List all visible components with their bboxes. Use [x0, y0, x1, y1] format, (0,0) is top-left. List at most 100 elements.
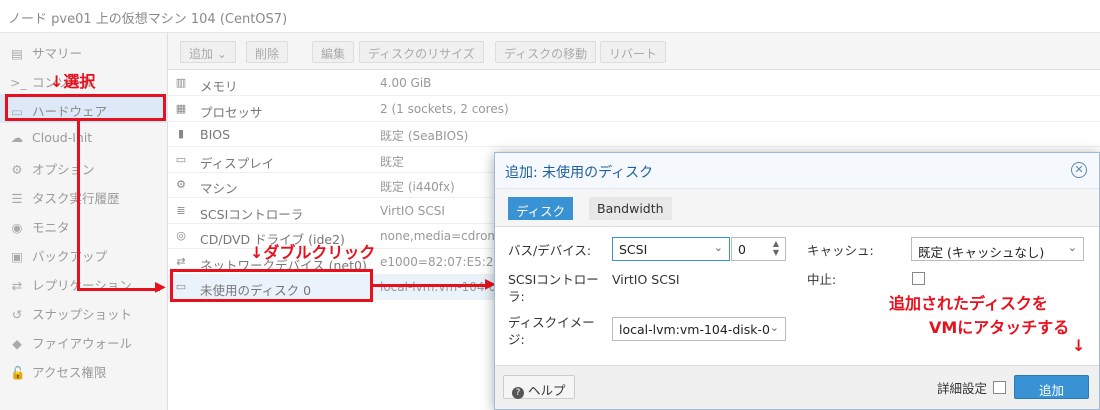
sidebar-item-label: オプション: [32, 162, 95, 177]
hardware-name: プロセッサ: [200, 104, 263, 120]
spinner-arrows-icon: ▲ ▼: [772, 239, 779, 257]
discard-checkbox[interactable]: [912, 272, 925, 285]
tab-disk[interactable]: ディスク: [508, 197, 574, 220]
sidebar-item[interactable]: ◆ ファイアウォール: [0, 326, 168, 355]
connector-line: [77, 288, 160, 291]
cpu-icon: ▦: [175, 101, 187, 115]
sidebar-item-label: Cloud-Init: [32, 130, 93, 145]
move-disk-button[interactable]: ディスクの移動: [495, 41, 597, 63]
sidebar-item-label: モニタ: [32, 220, 70, 235]
advanced-checkbox[interactable]: [993, 381, 1006, 394]
sidebar-item[interactable]: ☰ タスク実行履歴: [0, 181, 168, 210]
cache-label: キャッシュ:: [807, 243, 874, 258]
hardware-row[interactable]: ▮ BIOS 既定 (SeaBIOS): [168, 122, 1100, 147]
sidebar-item[interactable]: ⚙ オプション: [0, 152, 168, 181]
tab-bandwidth[interactable]: Bandwidth: [589, 197, 672, 220]
resize-disk-button[interactable]: ディスクのリサイズ: [359, 41, 484, 63]
advanced-label: 詳細設定: [937, 381, 988, 396]
cloud-icon: ☁: [10, 130, 24, 145]
sidebar-item-label: アクセス権限: [32, 365, 107, 380]
sidebar-item-label: スナップショット: [32, 307, 133, 322]
dialog-footer: ? ヘルプ 詳細設定 追加: [495, 365, 1099, 409]
revert-button[interactable]: リバート: [600, 41, 667, 63]
eye-icon: ◉: [11, 220, 23, 235]
sidebar-item-label: サマリー: [32, 46, 83, 61]
sidebar-item[interactable]: ☁ Cloud-Init: [0, 123, 168, 152]
list-icon: ☰: [11, 191, 23, 206]
console-icon: >_: [10, 75, 27, 90]
chevron-down-icon: ⌄: [713, 241, 723, 254]
remove-button[interactable]: 削除: [246, 41, 289, 63]
hardware-name: ディスプレイ: [200, 155, 275, 171]
hardware-value: local-lvm:vm-104-d: [380, 280, 497, 294]
help-button[interactable]: ? ヘルプ: [503, 375, 575, 399]
select-highlight-box: [5, 94, 166, 121]
hardware-value: 2 (1 sockets, 2 cores): [380, 101, 509, 116]
sidebar-item[interactable]: ▣ バックアップ: [0, 239, 168, 268]
add-disk-dialog: 追加: 未使用のディスク ✕ ディスク Bandwidth バス/デバイス: S…: [494, 152, 1100, 410]
sidebar-item[interactable]: ▤ サマリー: [0, 36, 168, 65]
scsi-controller-value: VirtIO SCSI: [612, 272, 680, 287]
chevron-down-icon: ⌄: [769, 321, 779, 334]
hardware-value: 既定 (i440fx): [380, 180, 455, 194]
scsi-controller-label: SCSIコントローラ:: [508, 272, 599, 304]
sidebar-item-label: バックアップ: [32, 249, 108, 264]
hardware-value: 既定 (SeaBIOS): [380, 129, 469, 143]
desktop-icon: ▭: [175, 152, 187, 166]
add-disk-button[interactable]: 追加: [1014, 375, 1089, 399]
cache-select[interactable]: 既定 (キャッシュなし) ⌄: [911, 237, 1084, 261]
double-click-annotation: ↓ダブルクリック: [250, 243, 376, 262]
sidebar-item[interactable]: 🔓 アクセス権限: [0, 355, 168, 384]
hardware-value: e1000=82:07:E5:25: [380, 254, 502, 269]
unlock-icon: 🔓: [10, 365, 26, 380]
bus-select-value: SCSI: [619, 242, 648, 257]
bus-device-label: バス/デバイス:: [508, 243, 592, 258]
cogs-icon: ⚙: [176, 178, 186, 191]
hardware-row[interactable]: ▦ プロセッサ 2 (1 sockets, 2 cores): [168, 97, 1100, 122]
hardware-name: メモリ: [200, 79, 238, 94]
sidebar-item-label: タスク実行履歴: [32, 191, 120, 206]
shield-icon: ◆: [12, 336, 22, 351]
sidebar-item[interactable]: ↺ スナップショット: [0, 297, 168, 326]
hardware-value: 4.00 GiB: [380, 76, 432, 90]
discard-label: 中止:: [807, 272, 837, 287]
sidebar-item[interactable]: ⇄ レプリケーション: [0, 268, 168, 297]
database-icon: ≣: [176, 203, 186, 217]
cdrom-icon: ◎: [176, 229, 186, 242]
hardware-name: BIOS: [200, 127, 231, 142]
floppy-icon: ▣: [11, 249, 23, 264]
help-icon: ?: [512, 387, 524, 399]
hardware-value: VirtIO SCSI: [380, 203, 445, 218]
window-title: ノード pve01 上の仮想マシン 104 (CentOS7): [0, 0, 1100, 33]
hardware-name: マシン: [200, 181, 238, 196]
hardware-value: none,media=cdrom: [380, 229, 500, 243]
close-icon[interactable]: ✕: [1071, 162, 1087, 178]
history-icon: ↺: [11, 307, 23, 322]
chevron-down-icon: ⌄: [1067, 241, 1077, 254]
add-button[interactable]: 追加 ⌄: [180, 41, 236, 63]
retweet-icon: ⇄: [11, 278, 23, 293]
dialog-title: 追加: 未使用のディスク: [505, 165, 654, 181]
sidebar-item[interactable]: ◉ モニタ: [0, 210, 168, 239]
attach-arrow: ↓: [1072, 336, 1086, 355]
connector-line: [77, 121, 80, 291]
toolbar: 追加 ⌄ 削除 編集 ディスクのリサイズ ディスクの移動 リバート: [168, 33, 1100, 70]
cache-select-value: 既定 (キャッシュなし): [918, 245, 1045, 260]
exchange-icon: ⇄: [176, 254, 186, 268]
disk-image-label: ディスクイメージ:: [508, 315, 595, 347]
disk-image-select[interactable]: local-lvm:vm-104-disk-0 ⌄: [612, 317, 786, 341]
hardware-row[interactable]: ▥ メモリ 4.00 GiB: [168, 71, 1100, 96]
dialog-tabs: ディスク Bandwidth: [495, 189, 1099, 227]
double-click-highlight-box: [170, 269, 373, 302]
attach-annotation-line2: VMにアタッチする: [929, 318, 1070, 337]
hardware-name: SCSIコントローラ: [200, 206, 304, 222]
attach-annotation-line1: 追加されたディスクを: [889, 294, 1048, 313]
dialog-header: 追加: 未使用のディスク ✕: [495, 153, 1099, 189]
microchip-icon: ▮: [177, 127, 185, 140]
device-number-spinner[interactable]: 0 ▲ ▼: [731, 237, 786, 261]
bus-select[interactable]: SCSI ⌄: [612, 237, 730, 261]
device-number-value: 0: [738, 242, 746, 257]
edit-button[interactable]: 編集: [312, 41, 355, 63]
sidebar-item-label: ファイアウォール: [32, 336, 133, 351]
book-icon: ▤: [11, 46, 23, 61]
